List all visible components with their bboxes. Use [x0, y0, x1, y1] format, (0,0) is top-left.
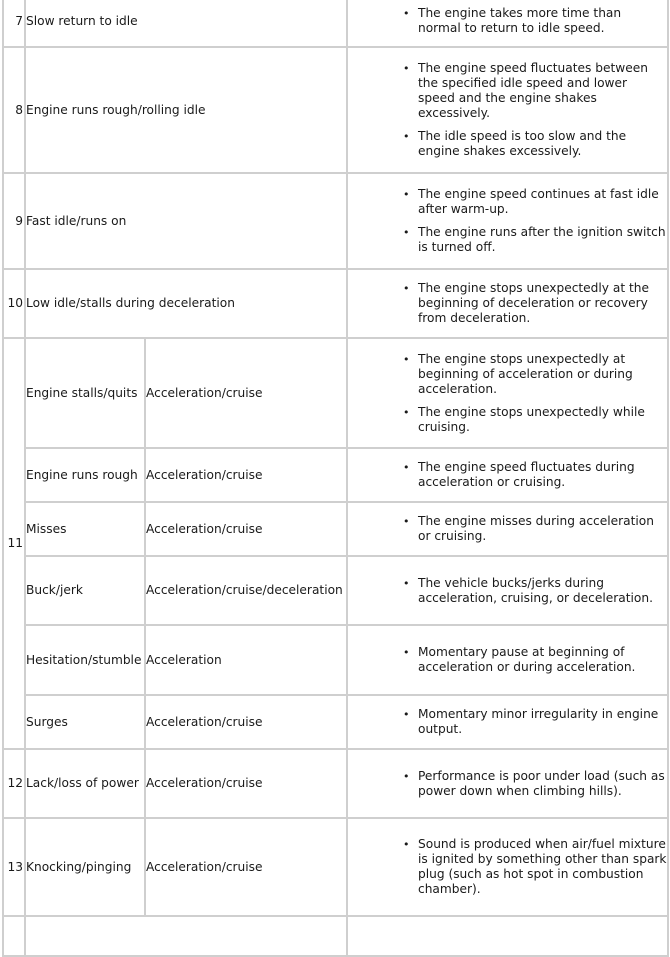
- table-row: 7Slow return to idle The engine takes mor…: [2, 0, 669, 48]
- row-number: 10: [2, 268, 26, 339]
- description-list: The engine stops unexpectedly at the beg…: [348, 281, 667, 326]
- row-number: 12: [2, 748, 26, 819]
- description-item: The engine speed fluctuates during accel…: [403, 460, 667, 490]
- table-row: 11 Engine stalls/quits Acceleration/cruise…: [2, 337, 669, 750]
- row-number: 11: [2, 337, 26, 750]
- description-cell: The engine speed continues at fast idle …: [346, 172, 669, 270]
- description-cell: Momentary pause at beginning of accelera…: [346, 624, 669, 696]
- description-list: The engine misses during acceleration or…: [348, 514, 667, 544]
- description-cell: Sound is produced when air/fuel mixture …: [346, 817, 669, 917]
- symptom-table-body: 7Slow return to idle The engine takes mor…: [2, 0, 669, 957]
- condition-cell: Acceleration/cruise/deceleration: [144, 555, 348, 626]
- condition-cell: Acceleration/cruise: [144, 501, 348, 557]
- symptom-cell: Hesitation/stumble: [24, 624, 146, 696]
- description-item: The engine stops unexpectedly while crui…: [403, 405, 667, 435]
- description-cell: The engine stops unexpectedly at beginni…: [346, 337, 669, 449]
- condition-cell: Acceleration/cruise: [144, 447, 348, 503]
- symptom-cell: Low idle/stalls during deceleration: [24, 268, 348, 339]
- description-item: The engine takes more time than normal t…: [403, 6, 667, 36]
- symptom-cell: Engine stalls/quits: [24, 337, 146, 449]
- description-cell: The engine takes more time than normal t…: [346, 0, 669, 48]
- row-number: 13: [2, 817, 26, 917]
- description-item: Momentary minor irregularity in engine o…: [403, 707, 667, 737]
- symptom-cell: Engine runs rough: [24, 447, 146, 503]
- symptom-table: 7Slow return to idle The engine takes mor…: [2, 0, 669, 957]
- condition-cell: Acceleration/cruise: [144, 817, 348, 917]
- description-list: Sound is produced when air/fuel mixture …: [348, 837, 667, 897]
- symptom-cell: Slow return to idle: [24, 0, 348, 48]
- symptom-cell: Lack/loss of power: [24, 748, 146, 819]
- table-row: Engine runs roughAcceleration/cruise The …: [3, 447, 669, 503]
- symptom-cell: Knocking/pinging: [24, 817, 146, 917]
- description-item: The vehicle bucks/jerks during accelerat…: [403, 576, 667, 606]
- description-item: The engine misses during acceleration or…: [403, 514, 667, 544]
- table-row: Buck/jerk Acceleration/cruise/deceleratio…: [3, 555, 669, 626]
- description-item: Performance is poor under load (such as …: [403, 769, 667, 799]
- table-row: 9Fast idle/runs on The engine speed conti…: [2, 172, 669, 270]
- description-list: The engine takes more time than normal t…: [348, 6, 667, 36]
- description-item: The engine runs after the ignition switc…: [403, 225, 667, 255]
- description-list: The engine stops unexpectedly at beginni…: [348, 352, 667, 435]
- description-item: The engine stops unexpectedly at the beg…: [403, 281, 667, 326]
- row-number: 7: [2, 0, 26, 48]
- description-item: The engine stops unexpectedly at beginni…: [403, 352, 667, 397]
- description-item: The idle speed is too slow and the engin…: [403, 129, 667, 159]
- table-row: 8Engine runs rough/rolling idle The engin…: [2, 46, 669, 174]
- table-row: 12Lack/loss of powerAcceleration/cruise P…: [2, 748, 669, 819]
- condition-cell: Acceleration/cruise: [144, 337, 348, 449]
- condition-cell: Acceleration/cruise: [144, 694, 348, 750]
- condition-cell: Acceleration/cruise: [144, 748, 348, 819]
- description-cell: The engine stops unexpectedly at the beg…: [346, 268, 669, 339]
- description-list: Momentary pause at beginning of accelera…: [348, 645, 667, 675]
- description-cell: The vehicle bucks/jerks during accelerat…: [346, 555, 669, 626]
- description-cell: [346, 915, 669, 957]
- description-list: Performance is poor under load (such as …: [348, 769, 667, 799]
- table-row: [2, 915, 669, 957]
- description-list: The vehicle bucks/jerks during accelerat…: [348, 576, 667, 606]
- symptom-cell: Surges: [24, 694, 146, 750]
- row-number: [2, 915, 26, 957]
- table-row: MissesAcceleration/cruise The engine miss…: [3, 501, 669, 557]
- table-row: 10Low idle/stalls during deceleration The…: [2, 268, 669, 339]
- description-list: The engine speed fluctuates between the …: [348, 61, 667, 159]
- description-cell: The engine speed fluctuates during accel…: [346, 447, 669, 503]
- symptom-cell: Misses: [24, 501, 146, 557]
- table-row: Hesitation/stumbleAcceleration Momentary …: [3, 624, 669, 696]
- table-row: 13Knocking/pingingAcceleration/cruise Sou…: [2, 817, 669, 917]
- table-row: SurgesAcceleration/cruise Momentary minor…: [3, 694, 669, 750]
- description-list: The engine speed continues at fast idle …: [348, 187, 667, 255]
- description-list: The engine speed fluctuates during accel…: [348, 460, 667, 490]
- description-item: The engine speed fluctuates between the …: [403, 61, 667, 121]
- description-cell: Performance is poor under load (such as …: [346, 748, 669, 819]
- symptom-cell: [24, 915, 348, 957]
- description-item: Momentary pause at beginning of accelera…: [403, 645, 667, 675]
- description-list: Momentary minor irregularity in engine o…: [348, 707, 667, 737]
- description-cell: The engine speed fluctuates between the …: [346, 46, 669, 174]
- description-item: The engine speed continues at fast idle …: [403, 187, 667, 217]
- row-number: 9: [2, 172, 26, 270]
- symptom-cell: Engine runs rough/rolling idle: [24, 46, 348, 174]
- row-number: 8: [2, 46, 26, 174]
- description-item: Sound is produced when air/fuel mixture …: [403, 837, 667, 897]
- symptom-cell: Buck/jerk: [24, 555, 146, 626]
- description-cell: Momentary minor irregularity in engine o…: [346, 694, 669, 750]
- condition-cell: Acceleration: [144, 624, 348, 696]
- symptom-cell: Fast idle/runs on: [24, 172, 348, 270]
- description-cell: The engine misses during acceleration or…: [346, 501, 669, 557]
